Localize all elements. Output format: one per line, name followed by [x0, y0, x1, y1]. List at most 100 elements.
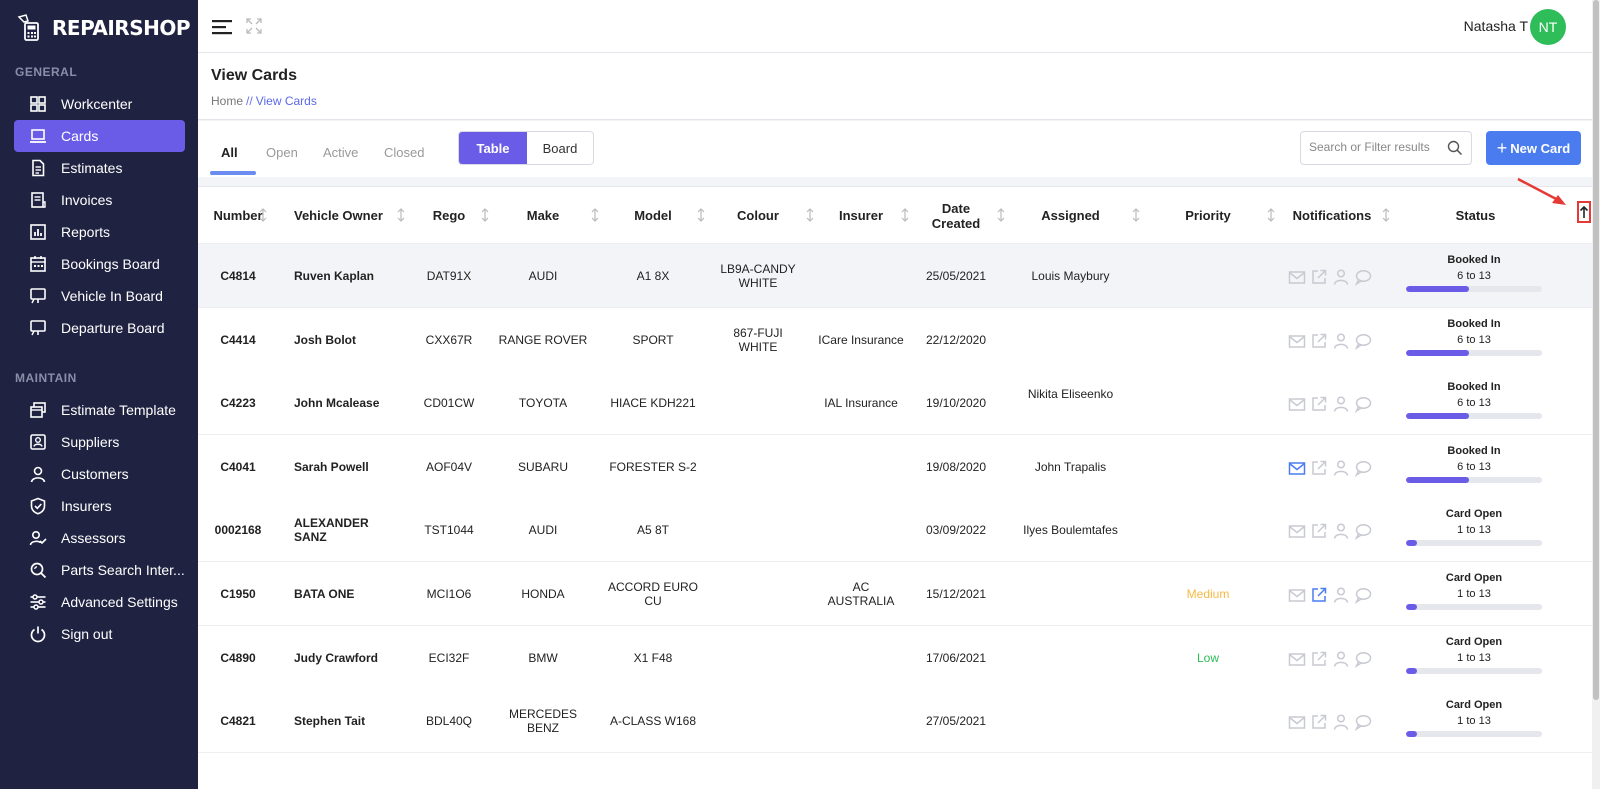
column-header-rego[interactable]: Rego: [418, 187, 480, 244]
sidebar-item-customers[interactable]: Customers: [14, 458, 185, 490]
sidebar-item-workcenter[interactable]: Workcenter: [14, 88, 185, 120]
table-row[interactable]: C4890 Judy Crawford ECI32F BMW X1 F48 17/06/2…: [198, 626, 1592, 690]
search-icon[interactable]: [1447, 140, 1463, 156]
comment-icon[interactable]: [1354, 713, 1372, 731]
external-link-icon[interactable]: [1310, 522, 1328, 540]
external-link-icon[interactable]: [1310, 713, 1328, 731]
sort-icon[interactable]: [258, 207, 268, 223]
user-icon[interactable]: [1332, 522, 1350, 540]
sidebar-item-estimates[interactable]: Estimates: [14, 152, 185, 184]
comment-icon[interactable]: [1354, 395, 1372, 413]
external-link-icon[interactable]: [1310, 395, 1328, 413]
sort-icon[interactable]: [480, 207, 490, 223]
comment-icon[interactable]: [1354, 522, 1372, 540]
sidebar-item-reports[interactable]: Reports: [14, 216, 185, 248]
tab-open[interactable]: Open: [266, 145, 298, 160]
scrollbar-thumb[interactable]: [1593, 0, 1599, 700]
tab-all[interactable]: All: [221, 145, 238, 160]
column-header-priority[interactable]: Priority: [1158, 187, 1258, 244]
sidebar-item-parts-search-inter[interactable]: Parts Search Inter...: [14, 554, 185, 586]
user-name[interactable]: Natasha T: [1464, 18, 1528, 34]
user-icon[interactable]: [1332, 650, 1350, 668]
sidebar-item-insurers[interactable]: Insurers: [14, 490, 185, 522]
column-header-notifications[interactable]: Notifications: [1278, 187, 1386, 244]
sort-icon[interactable]: [1131, 207, 1141, 223]
fullscreen-icon[interactable]: [246, 18, 262, 34]
column-header-owner[interactable]: Vehicle Owner: [294, 187, 394, 244]
search-input[interactable]: [1309, 140, 1439, 154]
external-link-icon[interactable]: [1310, 332, 1328, 350]
table-row[interactable]: C4223 John Mcalease CD01CW TOYOTA HIACE KDH2…: [198, 371, 1592, 435]
table-view-button[interactable]: Table: [459, 132, 527, 164]
user-icon[interactable]: [1332, 713, 1350, 731]
board-view-button[interactable]: Board: [527, 132, 593, 164]
status-sort-button[interactable]: [1577, 201, 1591, 223]
external-link-icon[interactable]: [1310, 268, 1328, 286]
breadcrumb-current[interactable]: View Cards: [256, 94, 317, 108]
mail-icon[interactable]: [1288, 650, 1306, 668]
sort-icon[interactable]: [590, 207, 600, 223]
table-row[interactable]: C4414 Josh Bolot CXX67R RANGE ROVER SPORT 867…: [198, 308, 1592, 372]
mail-icon[interactable]: [1288, 713, 1306, 731]
new-card-button[interactable]: + New Card: [1486, 131, 1581, 165]
tab-active[interactable]: Active: [323, 145, 358, 160]
sidebar-item-estimate-template[interactable]: Estimate Template: [14, 394, 185, 426]
sort-icon[interactable]: [996, 207, 1006, 223]
column-header-status[interactable]: Status: [1408, 187, 1543, 244]
menu-toggle-icon[interactable]: [212, 19, 232, 35]
cell-assigned: [1013, 308, 1128, 371]
sidebar-item-advanced-settings[interactable]: Advanced Settings: [14, 586, 185, 618]
column-header-model[interactable]: Model: [603, 187, 703, 244]
sidebar-item-suppliers[interactable]: Suppliers: [14, 426, 185, 458]
external-link-icon[interactable]: [1310, 459, 1328, 477]
cell-colour: [713, 371, 803, 434]
sidebar-item-departure-board[interactable]: Departure Board: [14, 312, 185, 344]
comment-icon[interactable]: [1354, 268, 1372, 286]
table-row[interactable]: C4041 Sarah Powell AOF04V SUBARU FORESTER S-…: [198, 435, 1592, 499]
column-header-date[interactable]: Date Created: [931, 187, 981, 244]
sidebar-item-sign-out[interactable]: Sign out: [14, 618, 185, 650]
breadcrumb-home[interactable]: Home: [211, 94, 243, 108]
user-icon[interactable]: [1332, 268, 1350, 286]
sort-icon[interactable]: [1266, 207, 1276, 223]
table-row[interactable]: 0002168 ALEXANDER SANZ TST1044 AUDI A5 8T 03/…: [198, 498, 1592, 562]
mail-icon[interactable]: [1288, 395, 1306, 413]
comment-icon[interactable]: [1354, 586, 1372, 604]
cell-priority: [1158, 498, 1258, 561]
sort-icon[interactable]: [696, 207, 706, 223]
mail-icon[interactable]: [1288, 586, 1306, 604]
user-icon[interactable]: [1332, 586, 1350, 604]
column-header-assigned[interactable]: Assigned: [1013, 187, 1128, 244]
external-link-icon[interactable]: [1310, 586, 1328, 604]
avatar[interactable]: NT: [1530, 9, 1566, 45]
mail-icon[interactable]: [1288, 332, 1306, 350]
user-icon[interactable]: [1332, 332, 1350, 350]
sort-icon[interactable]: [805, 207, 815, 223]
sort-icon[interactable]: [900, 207, 910, 223]
sidebar-item-assessors[interactable]: Assessors: [14, 522, 185, 554]
sidebar-item-vehicle-in-board[interactable]: Vehicle In Board: [14, 280, 185, 312]
user-icon[interactable]: [1332, 395, 1350, 413]
comment-icon[interactable]: [1354, 650, 1372, 668]
table-row[interactable]: C4814 Ruven Kaplan DAT91X AUDI A1 8X LB9A-CAN…: [198, 244, 1592, 308]
column-header-insurer[interactable]: Insurer: [818, 187, 904, 244]
column-header-make[interactable]: Make: [498, 187, 588, 244]
column-header-colour[interactable]: Colour: [713, 187, 803, 244]
user-icon[interactable]: [1332, 459, 1350, 477]
app-logo[interactable]: REPAIRSHOP: [16, 10, 191, 46]
page-scrollbar[interactable]: [1592, 0, 1600, 789]
external-link-icon[interactable]: [1310, 650, 1328, 668]
mail-icon[interactable]: [1288, 522, 1306, 540]
sidebar-item-bookings-board[interactable]: Bookings Board: [14, 248, 185, 280]
sort-icon[interactable]: [396, 207, 406, 223]
comment-icon[interactable]: [1354, 459, 1372, 477]
table-row[interactable]: C4821 Stephen Tait BDL40Q MERCEDES BENZ A-CL…: [198, 689, 1592, 753]
sidebar-item-cards[interactable]: Cards: [14, 120, 185, 152]
comment-icon[interactable]: [1354, 332, 1372, 350]
sidebar-item-invoices[interactable]: Invoices: [14, 184, 185, 216]
tab-closed[interactable]: Closed: [384, 145, 424, 160]
mail-icon[interactable]: [1288, 268, 1306, 286]
table-row[interactable]: C1950 BATA ONE MCI1O6 HONDA ACCORD EURO CU AC…: [198, 562, 1592, 626]
mail-icon[interactable]: [1288, 459, 1306, 477]
sort-icon[interactable]: [1381, 207, 1391, 223]
